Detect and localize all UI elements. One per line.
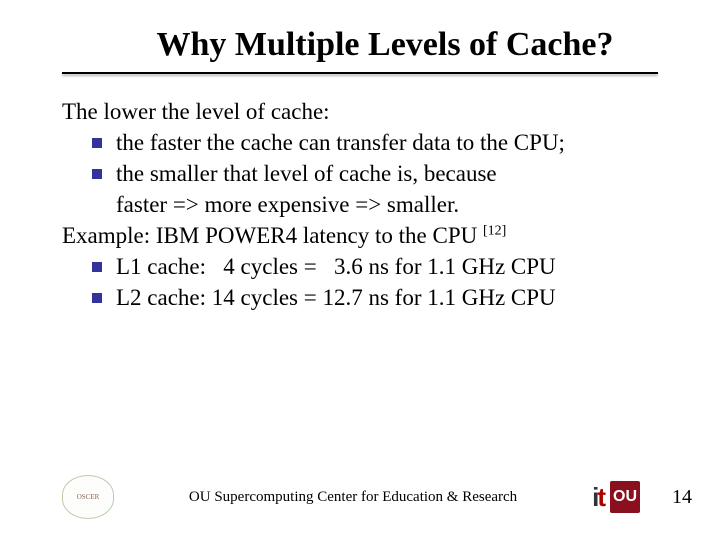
bullet-text: L2 cache: 14 cycles = 12.7 ns for 1.1 GH…	[116, 282, 658, 313]
slide-body: The lower the level of cache: the faster…	[0, 74, 720, 313]
it-logo-icon: it	[592, 482, 604, 513]
bullet-text: L1 cache: 4 cycles = 3.6 ns for 1.1 GHz …	[116, 251, 658, 282]
bullet-text: the smaller that level of cache is, beca…	[116, 158, 658, 189]
list-item: the faster the cache can transfer data t…	[62, 127, 658, 158]
square-bullet-icon	[92, 262, 102, 272]
ou-logo-icon: OU	[610, 481, 640, 513]
footer: OSCER OU Supercomputing Center for Educa…	[0, 472, 720, 522]
list-item: the smaller that level of cache is, beca…	[62, 158, 658, 189]
bullet-text: the faster the cache can transfer data t…	[116, 127, 658, 158]
example-line: Example: IBM POWER4 latency to the CPU […	[62, 220, 658, 251]
oscer-logo-icon: OSCER	[62, 475, 114, 519]
footer-text: OU Supercomputing Center for Education &…	[114, 489, 592, 506]
right-logo-group: it OU	[592, 481, 640, 513]
example-text: Example: IBM POWER4 latency to the CPU	[62, 223, 483, 248]
page-number: 14	[672, 486, 692, 509]
square-bullet-icon	[92, 293, 102, 303]
square-bullet-icon	[92, 138, 102, 148]
list-item: L2 cache: 14 cycles = 12.7 ns for 1.1 GH…	[62, 282, 658, 313]
intro-line: The lower the level of cache:	[62, 96, 658, 127]
continuation-line: faster => more expensive => smaller.	[62, 189, 658, 220]
citation: [12]	[483, 224, 506, 239]
square-bullet-icon	[92, 169, 102, 179]
slide-title: Why Multiple Levels of Cache?	[0, 0, 720, 64]
list-item: L1 cache: 4 cycles = 3.6 ns for 1.1 GHz …	[62, 251, 658, 282]
